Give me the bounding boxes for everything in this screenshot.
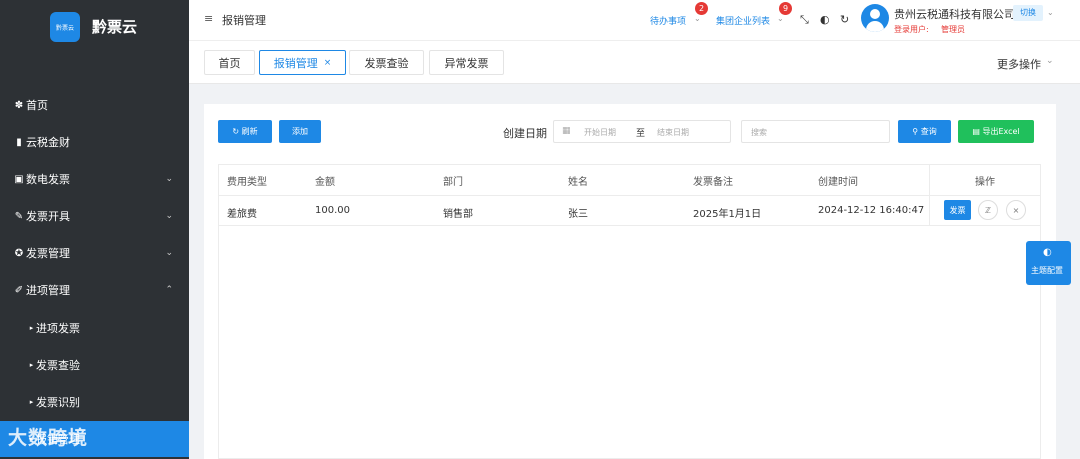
sidebar-item-label: 进项管理 [26,284,70,297]
more-operations-dropdown[interactable]: 更多操作 [997,56,1041,72]
tab-label: 发票查验 [364,56,409,70]
cell-type: 差旅费 [227,209,257,220]
sidebar-item-input-manage[interactable]: ✐ 进项管理 ⌃ [0,272,189,308]
sidebar-item-label: 首页 [26,99,48,112]
sidebar-subitem-label: 进项发票 [36,322,80,335]
tab-abnormal-invoice[interactable]: 异常发票 [429,50,504,75]
sidebar-item-tax-finance[interactable]: ▮ 云税金财 [0,124,189,160]
edit-icon: ✐ [14,284,24,296]
sidebar-subitem-invoice-verify[interactable]: ▸ 发票查验 [0,347,189,383]
chevron-down-icon: ⌄ [165,248,173,258]
todo-link[interactable]: 待办事项 [650,14,686,27]
expense-table: 费用类型 金额 部门 姓名 发票备注 创建时间 操作 差旅费 100.00 销售… [218,164,1041,459]
app-title: 黔票云 [92,18,138,36]
tab-home[interactable]: 首页 [204,50,255,75]
search-input[interactable]: 搜索 [741,120,890,143]
chevron-down-icon: ⌄ [1046,56,1054,66]
sidebar: 黔票云 黔票云 ✽ 首页 ▮ 云税金财 ▣ 数电发票 ⌄ ✎ 发票开具 ⌄ ✪ … [0,0,189,459]
column-header: 部门 [443,177,463,188]
close-icon[interactable]: × [324,58,332,68]
refresh-icon[interactable]: ↻ [840,13,849,26]
chevron-down-icon[interactable]: ⌄ [1047,8,1054,17]
tab-label: 异常发票 [444,56,489,70]
calendar-icon: ▦ [562,126,571,136]
sidebar-item-invoice-manage[interactable]: ✪ 发票管理 ⌄ [0,235,189,271]
sidebar-item-digital-invoice[interactable]: ▣ 数电发票 ⌄ [0,161,189,197]
sidebar-item-label: 发票管理 [26,247,70,260]
todo-count-badge: 2 [695,2,708,15]
column-header: 费用类型 [227,177,267,188]
sidebar-subitem-label: 发票识别 [36,396,80,409]
export-excel-button[interactable]: ▤ 导出Excel [958,120,1034,143]
group-count-badge: 9 [779,2,792,15]
switch-company-button[interactable]: 切换 [1013,5,1043,21]
tab-bar: 首页 报销管理 × 发票查验 异常发票 更多操作 ⌄ [189,40,1080,84]
triangle-right-icon: ▸ [29,361,34,369]
cell-amount: 100.00 [315,205,350,216]
add-button[interactable]: 添加 [279,120,321,143]
edit-icon[interactable]: ℤ [978,200,998,220]
view-invoice-button[interactable]: 发票 [944,200,971,220]
search-placeholder: 搜索 [751,128,767,137]
cell-name: 张三 [568,209,588,220]
sidebar-subitem-label: 发票查验 [36,359,80,372]
cell-note: 2025年1月1日 [693,209,762,220]
query-button[interactable]: ⚲ 查询 [898,120,951,143]
avatar[interactable] [861,4,889,32]
column-header: 操作 [975,177,995,188]
login-user-role: 管理员 [941,25,965,34]
gear-icon: ✪ [14,247,24,259]
start-date-input[interactable]: 开始日期 [584,127,616,138]
cell-department: 销售部 [443,209,473,220]
column-header: 发票备注 [693,177,733,188]
refresh-button[interactable]: ↻ 刷新 [218,120,272,143]
date-filter-label: 创建日期 [503,127,547,140]
theme-config-label: 主题配置 [1031,266,1063,275]
column-header: 创建时间 [818,177,858,188]
sidebar-item-label: 数电发票 [26,173,70,186]
date-range-picker[interactable]: ▦ 开始日期 至 结束日期 [553,120,731,143]
sidebar-subitem-invoice-ocr[interactable]: ▸ 发票识别 [0,384,189,420]
content-card: ↻ 刷新 添加 创建日期 ▦ 开始日期 至 结束日期 搜索 ⚲ 查询 ▤ 导出E… [204,104,1056,459]
clipboard-icon: ▮ [16,136,22,148]
tab-label: 报销管理 [273,56,318,70]
chevron-down-icon: ⌄ [165,174,173,184]
palette-icon[interactable]: ◐ [820,13,830,26]
column-header: 姓名 [568,177,588,188]
theme-config-button[interactable]: ◐ 主题配置 [1026,241,1071,285]
cell-created-time: 2024-12-12 16:40:47 [818,205,925,216]
sidebar-subitem-input-invoice[interactable]: ▸ 进项发票 [0,310,189,346]
triangle-right-icon: ▸ [29,324,34,332]
date-separator: 至 [636,129,646,139]
chevron-down-icon: ⌄ [777,14,784,23]
login-user-label: 登录用户: [894,25,929,34]
company-name: 贵州云税通科技有限公司 [894,8,1015,21]
chevron-up-icon: ⌃ [165,285,173,295]
delete-icon[interactable]: × [1006,200,1026,220]
breadcrumb: 报销管理 [222,14,266,27]
app-logo[interactable]: 黔票云 [50,12,80,42]
invoice-icon: ▣ [14,173,24,185]
sprout-icon: ✽ [14,99,24,111]
tab-expense-manage[interactable]: 报销管理 × [259,50,346,75]
fullscreen-icon[interactable]: ⤡ [800,13,809,27]
tab-label: 首页 [218,56,241,70]
chevron-down-icon: ⌄ [165,211,173,221]
palette-icon: ◐ [1043,247,1052,258]
top-header: ≡ 报销管理 待办事项 ⌄ 2 集团企业列表 ⌄ 9 ⤡ ◐ ↻ 贵州云税通科技… [189,0,1080,40]
watermark: 大数跨境 [8,427,89,449]
end-date-input[interactable]: 结束日期 [657,127,689,138]
sidebar-item-label: 发票开具 [26,210,70,223]
menu-toggle-icon[interactable]: ≡ [204,12,213,25]
group-company-link[interactable]: 集团企业列表 [716,14,770,27]
sidebar-item-home[interactable]: ✽ 首页 [0,87,189,123]
tab-invoice-verify[interactable]: 发票查验 [349,50,424,75]
chevron-down-icon: ⌄ [694,14,701,23]
pen-icon: ✎ [14,210,24,222]
sidebar-item-invoice-issue[interactable]: ✎ 发票开具 ⌄ [0,198,189,234]
triangle-right-icon: ▸ [29,398,34,406]
sidebar-item-label: 云税金财 [26,136,70,149]
column-header: 金额 [315,177,335,188]
app-logo-text: 黔票云 [55,24,74,32]
